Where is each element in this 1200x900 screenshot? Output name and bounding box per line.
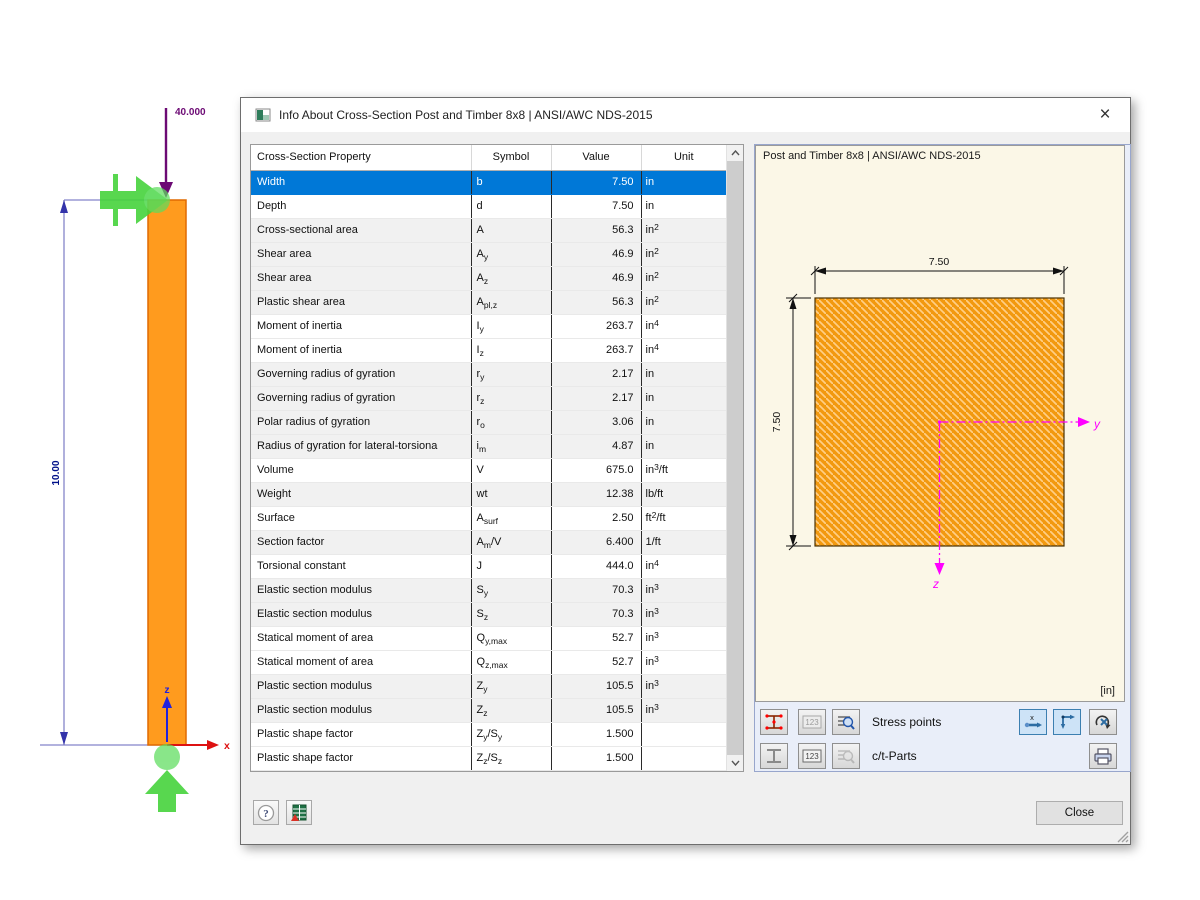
table-row[interactable]: Plastic shear areaApl,z56.3in2 [251, 290, 726, 314]
table-row[interactable]: Shear areaAy46.9in2 [251, 242, 726, 266]
details-magnifier-icon [836, 713, 856, 731]
stress-points-label: Stress points [872, 715, 941, 729]
application-background: 10.00 40.000 z x [0, 0, 1200, 900]
view-axes-toggle[interactable] [1053, 709, 1081, 735]
chevron-down-icon [731, 760, 740, 766]
help-button[interactable]: ? [253, 800, 279, 825]
stress-points-display-button[interactable] [760, 709, 788, 735]
details-magnifier-icon [836, 747, 856, 765]
resize-grip[interactable] [1115, 829, 1129, 843]
units-label: [in] [1100, 685, 1115, 697]
dimension-depth [786, 294, 811, 550]
view-x-direction-toggle[interactable]: x [1019, 709, 1047, 735]
dialog-titlebar: Info About Cross-Section Post and Timber… [241, 98, 1130, 132]
header-unit: Unit [641, 145, 726, 170]
ct-parts-numbering-button[interactable]: 123 [798, 743, 826, 769]
table-row[interactable]: Statical moment of areaQz,max52.7in3 [251, 650, 726, 674]
numbering-123-icon: 123 [802, 749, 822, 763]
scroll-thumb[interactable] [727, 161, 743, 755]
svg-text:123: 123 [805, 718, 819, 727]
export-excel-button[interactable] [286, 800, 312, 825]
section-drawing: 7.50 7.50 [756, 146, 1126, 703]
table-row[interactable]: Elastic section modulusSz70.3in3 [251, 602, 726, 626]
table-row[interactable]: Weightwt12.38lb/ft [251, 482, 726, 506]
excel-export-icon [290, 804, 308, 822]
table-row[interactable]: Torsional constantJ444.0in4 [251, 554, 726, 578]
table-row[interactable]: Section factorAm/V6.4001/ft [251, 530, 726, 554]
svg-text:x: x [1030, 713, 1034, 722]
table-row[interactable]: Plastic shape factorZy/Sy1.500 [251, 722, 726, 746]
table-row[interactable]: Elastic section modulusSy70.3in3 [251, 578, 726, 602]
support-bottom[interactable] [145, 744, 189, 812]
table-row[interactable]: Plastic section modulusZy105.5in3 [251, 674, 726, 698]
nodal-load-arrow[interactable] [159, 108, 173, 198]
stress-points-numbering-button[interactable]: 123 [798, 709, 826, 735]
axis-z-label: z [164, 684, 169, 696]
close-icon[interactable]: × [1092, 102, 1118, 128]
scroll-up-button[interactable] [727, 145, 743, 161]
table-row[interactable]: Depthd7.50in [251, 194, 726, 218]
table-row[interactable]: Plastic section modulusZz105.5in3 [251, 698, 726, 722]
table-row[interactable]: Governing radius of gyrationry2.17in [251, 362, 726, 386]
chevron-up-icon [731, 150, 740, 156]
cross-section-table-body: Widthb7.50inDepthd7.50inCross-sectional … [251, 170, 726, 771]
scroll-down-button[interactable] [727, 755, 743, 771]
table-row[interactable]: Polar radius of gyrationro3.06in [251, 410, 726, 434]
header-value: Value [551, 145, 641, 170]
axis-z-section-label: z [932, 577, 939, 591]
preview-header: Post and Timber 8x8 | ANSI/AWC NDS-2015 [763, 150, 981, 162]
table-row[interactable]: Shear areaAz46.9in2 [251, 266, 726, 290]
close-button[interactable]: Close [1036, 801, 1123, 825]
printer-icon [1093, 747, 1113, 765]
table-row[interactable]: Cross-sectional areaA56.3in2 [251, 218, 726, 242]
model-canvas: 10.00 40.000 z x [0, 90, 260, 860]
cross-section-icon [255, 107, 271, 123]
cross-section-table: Cross-Section Property Symbol Value Unit… [250, 144, 744, 772]
table-header-row: Cross-Section Property Symbol Value Unit [251, 145, 726, 170]
table-row[interactable]: Plastic shape factorZz/Sz1.500 [251, 746, 726, 770]
svg-text:123: 123 [805, 752, 819, 761]
timber-column-member[interactable] [148, 200, 186, 745]
dimension-width [811, 266, 1068, 294]
axis-y-label: y [1093, 417, 1101, 431]
help-icon: ? [257, 804, 275, 822]
svg-text:?: ? [263, 808, 269, 820]
reset-rotation-button[interactable] [1089, 709, 1117, 735]
ibeam-ct-parts-icon [764, 747, 784, 765]
print-button[interactable] [1089, 743, 1117, 769]
stress-points-details-button[interactable] [832, 709, 860, 735]
table-row[interactable]: VolumeV675.0in3/ft [251, 458, 726, 482]
ct-parts-display-button[interactable] [760, 743, 788, 769]
height-dim-label: 7.50 [771, 412, 783, 433]
axis-x-label: x [224, 740, 230, 752]
table-row[interactable]: SurfaceAsurf2.50ft2/ft [251, 506, 726, 530]
table-row[interactable]: Statical moment of areaQy,max52.7in3 [251, 626, 726, 650]
rotate-view-icon [1093, 713, 1113, 731]
preview-panel: 7.50 7.50 [754, 144, 1131, 772]
table-row[interactable]: Widthb7.50in [251, 170, 726, 194]
numbering-123-icon: 123 [802, 715, 822, 729]
table-row[interactable]: Moment of inertiaIz263.7in4 [251, 338, 726, 362]
vertical-scrollbar[interactable] [726, 145, 743, 771]
table-row[interactable]: Radius of gyration for lateral-torsionai… [251, 434, 726, 458]
ct-parts-details-button[interactable] [832, 743, 860, 769]
section-drawing-canvas: 7.50 7.50 [755, 145, 1125, 702]
header-symbol: Symbol [471, 145, 551, 170]
header-property: Cross-Section Property [251, 145, 471, 170]
info-dialog: Info About Cross-Section Post and Timber… [240, 97, 1131, 845]
section-axes-icon [1057, 713, 1077, 731]
dimension-value-label: 10.00 [51, 460, 62, 485]
dialog-title: Info About Cross-Section Post and Timber… [279, 108, 653, 122]
width-dim-label: 7.50 [929, 256, 950, 268]
load-value-label: 40.000 [175, 107, 206, 118]
ibeam-stress-points-icon [764, 713, 784, 731]
table-row[interactable]: Moment of inertiaIy263.7in4 [251, 314, 726, 338]
member-x-axis-icon: x [1023, 713, 1043, 731]
table-row[interactable]: Governing radius of gyrationrz2.17in [251, 386, 726, 410]
ct-parts-label: c/t-Parts [872, 749, 917, 763]
